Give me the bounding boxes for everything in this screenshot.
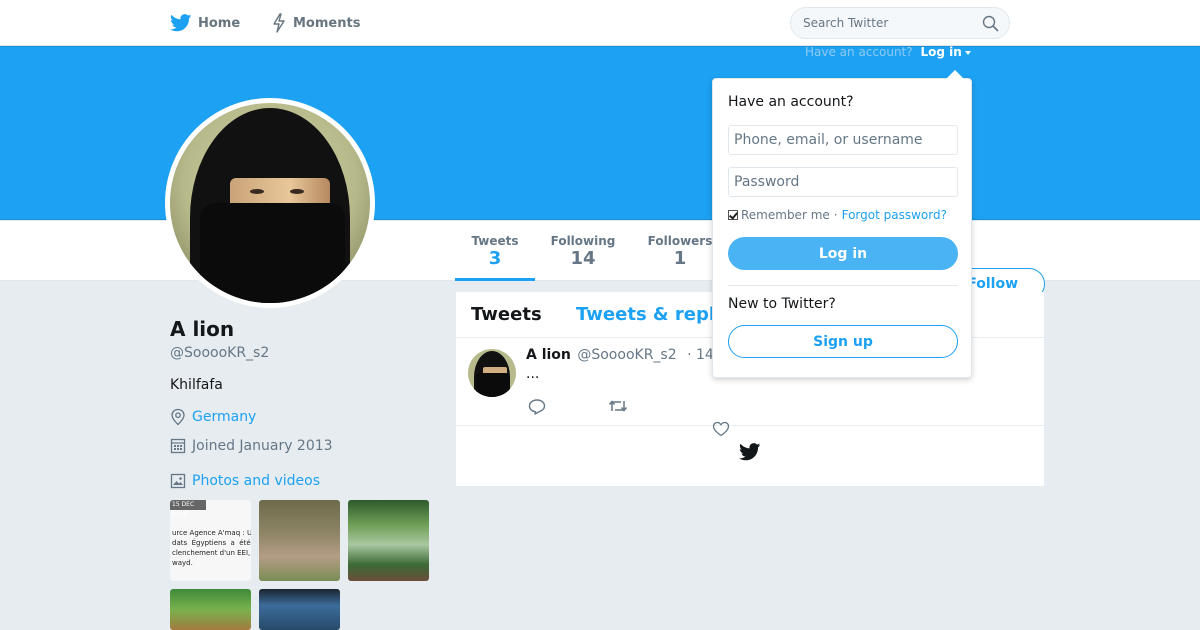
- nav-moments-label: Moments: [293, 15, 361, 31]
- photo-icon: [170, 473, 186, 489]
- calendar-icon: [170, 438, 186, 454]
- profile-handle[interactable]: @SooooKR_s2: [170, 345, 269, 361]
- profile-bio: Khilfafa: [170, 377, 223, 393]
- lightning-icon: [273, 13, 285, 33]
- profile-avatar[interactable]: [165, 98, 375, 308]
- tweet-avatar[interactable]: [468, 349, 516, 397]
- username-field[interactable]: [728, 125, 958, 155]
- search-icon[interactable]: [982, 15, 999, 32]
- tweet-text: ...: [526, 366, 540, 382]
- new-to-twitter-text: New to Twitter?: [728, 296, 836, 312]
- stat-label: Followers: [647, 234, 713, 248]
- media-thumbnail[interactable]: [259, 500, 340, 581]
- login-link-label: Log in: [920, 45, 962, 59]
- caret-down-icon: [964, 50, 971, 55]
- profile-name[interactable]: A lion: [170, 317, 234, 341]
- media-thumbnail[interactable]: [348, 500, 429, 581]
- have-account-line: Have an account? Log in: [805, 45, 971, 59]
- photos-videos-link[interactable]: Photos and videos: [170, 473, 320, 489]
- nav-home-label: Home: [198, 15, 241, 31]
- stat-value: 3: [488, 248, 502, 269]
- location-text: Germany: [192, 409, 257, 425]
- stat-label: Tweets: [471, 234, 519, 248]
- tweet-author-name[interactable]: A lion: [526, 347, 571, 363]
- login-button[interactable]: Log in: [728, 237, 958, 270]
- remember-label[interactable]: Remember me: [741, 208, 830, 222]
- nav-moments[interactable]: Moments: [271, 0, 360, 46]
- tweet-header: A lion @SooooKR_s2 · 14: [526, 347, 714, 363]
- profile-location[interactable]: Germany: [170, 408, 256, 426]
- media-thumbnail[interactable]: [259, 589, 340, 630]
- stat-label: Following: [550, 234, 616, 248]
- remember-checkbox[interactable]: [728, 210, 738, 220]
- avatar-image: [170, 103, 370, 303]
- stat-followers[interactable]: Followers 1: [640, 221, 720, 281]
- media-thumbnail[interactable]: 15 DEC 2016 urce Agence A'maq : Un dats …: [170, 500, 251, 581]
- top-nav: Home Moments: [0, 0, 1200, 46]
- dropdown-divider: [728, 285, 958, 286]
- stat-value: 1: [673, 248, 687, 269]
- remember-row: Remember me · Forgot password?: [728, 208, 947, 222]
- stat-following[interactable]: Following 14: [543, 221, 623, 281]
- tweet-timestamp[interactable]: · 14: [687, 347, 714, 363]
- media-thumbnail[interactable]: [170, 589, 251, 630]
- search-box: [790, 7, 1010, 39]
- twitter-bird-icon: [170, 14, 192, 32]
- photos-videos-label: Photos and videos: [192, 473, 321, 489]
- password-field[interactable]: [728, 167, 958, 197]
- nav-home[interactable]: Home: [170, 0, 240, 46]
- like-heart-icon[interactable]: [712, 421, 730, 437]
- twitter-bird-icon: [739, 443, 761, 461]
- signup-button[interactable]: Sign up: [728, 325, 958, 358]
- forgot-password-link[interactable]: Forgot password?: [842, 208, 947, 222]
- tweet-author-handle[interactable]: @SooooKR_s2: [577, 347, 676, 363]
- login-dropdown: Have an account? Remember me · Forgot pa…: [712, 70, 972, 378]
- login-dropdown-title: Have an account?: [728, 94, 854, 110]
- login-dropdown-toggle[interactable]: Log in: [920, 45, 971, 59]
- have-account-text: Have an account?: [805, 45, 913, 59]
- profile-joined: Joined January 2013: [170, 437, 333, 454]
- stat-value: 14: [570, 248, 596, 269]
- location-pin-icon: [171, 408, 185, 426]
- joined-text: Joined January 2013: [192, 437, 333, 454]
- tab-tweets[interactable]: Tweets: [471, 304, 542, 325]
- search-input[interactable]: [791, 8, 976, 38]
- retweet-icon[interactable]: [608, 398, 628, 414]
- reply-icon[interactable]: [528, 398, 546, 415]
- separator-dot: ·: [833, 208, 838, 222]
- stat-tweets[interactable]: Tweets 3: [455, 221, 535, 281]
